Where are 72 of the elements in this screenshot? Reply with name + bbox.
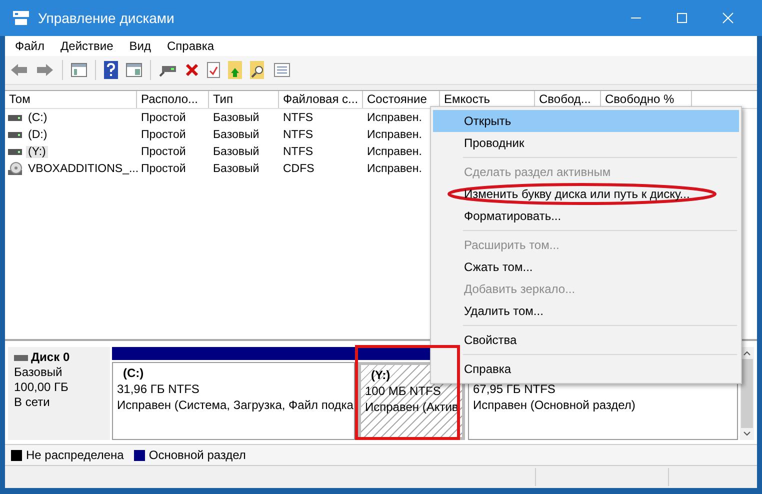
partition-size: 100 МБ NTFS [365,383,442,399]
disk-state: В сети [14,395,51,410]
forward-icon[interactable] [36,62,54,78]
volume-name[interactable]: (C:) [26,112,50,124]
volume-name[interactable]: (D:) [26,128,50,140]
back-icon[interactable] [10,62,28,78]
partition-label: (C:) [122,365,145,381]
volume-name[interactable]: (Y:) [26,146,48,158]
volume-name[interactable]: VBOXADDITIONS_... [26,162,141,174]
menu-item[interactable]: Удалить том... [433,300,739,322]
table-cell-text: Базовый [212,146,260,158]
help-icon[interactable] [104,61,118,79]
table-cell-text: Базовый [212,128,260,140]
table-cell-text: CDFS [282,162,316,174]
folder-search-icon[interactable] [250,61,266,79]
menu-item[interactable]: Открыть [433,110,739,132]
maximize-icon[interactable] [676,12,688,24]
table-cell-text: Простой [140,146,187,158]
partition-size: 67,95 ГБ NTFS [473,381,556,397]
table-cell-text: Простой [140,128,187,140]
console-tree-icon[interactable] [71,63,87,77]
menu-item[interactable]: Изменить букву диска или путь к диску... [433,183,739,205]
table-cell-text: NTFS [282,128,314,140]
table-cell-text: Исправен. [366,146,423,158]
partition-status: Исправен (Основной раздел) [473,397,636,413]
menu-item[interactable]: Вид [129,39,151,53]
table-cell-text: Простой [140,112,187,124]
drive-icon [8,132,22,138]
partition-size: 31,96 ГБ NTFS [117,381,200,397]
menu-item[interactable]: Сжать том... [433,256,739,278]
properties-icon[interactable] [207,62,220,78]
cd-drive-icon [8,162,22,176]
column-header[interactable]: Располо... [137,91,209,108]
table-cell-text: Простой [140,162,187,174]
legend-label: Основной раздел [148,448,246,462]
column-header[interactable]: Том [5,91,137,108]
table-cell-text: Базовый [212,112,260,124]
drive-icon [8,148,22,154]
partition-label: (Y:) [370,367,392,383]
menu-item[interactable]: Форматировать... [433,205,739,227]
disk-size: 100,00 ГБ [14,380,70,395]
window-title: Управление дисками [38,10,174,26]
table-cell-text: Исправен. [366,128,423,140]
drive-icon [14,354,28,360]
table-cell-text: Базовый [212,162,260,174]
table-cell-text: NTFS [282,146,314,158]
drive-icon[interactable] [159,63,177,77]
column-header[interactable]: Тип [209,91,279,108]
partition-status: Исправен (Актив [365,399,458,415]
column-header[interactable]: Файловая с... [279,91,363,108]
table-cell-text: NTFS [282,112,314,124]
legend-label: Не распределена [26,448,124,462]
disk-type: Базовый [14,365,64,380]
menu-item[interactable]: Проводник [433,132,739,154]
delete-icon[interactable] [185,63,199,77]
action-pane-icon[interactable] [126,63,142,77]
folder-up-icon[interactable] [228,61,242,79]
scrollbar[interactable] [740,347,754,440]
disk-name: Диск 0 [31,350,70,365]
table-cell-text: Исправен. [366,112,423,124]
drive-icon [8,114,22,120]
scroll-up-icon[interactable] [743,350,751,356]
menu-item[interactable]: Действие [60,39,114,53]
list-icon[interactable] [274,63,290,77]
menu-item[interactable]: Файл [15,39,45,53]
partition-box[interactable]: (C:) 31,96 ГБ NTFS Исправен (Система, Загрузка, Файл подка [112,362,355,440]
menu-item[interactable]: Справка [167,39,214,53]
table-cell-text: Исправен. [366,162,423,174]
close-icon[interactable] [722,12,734,24]
menu-item[interactable]: Свойства [433,329,739,351]
scroll-down-icon[interactable] [743,431,751,437]
disk-management-icon [12,10,30,26]
